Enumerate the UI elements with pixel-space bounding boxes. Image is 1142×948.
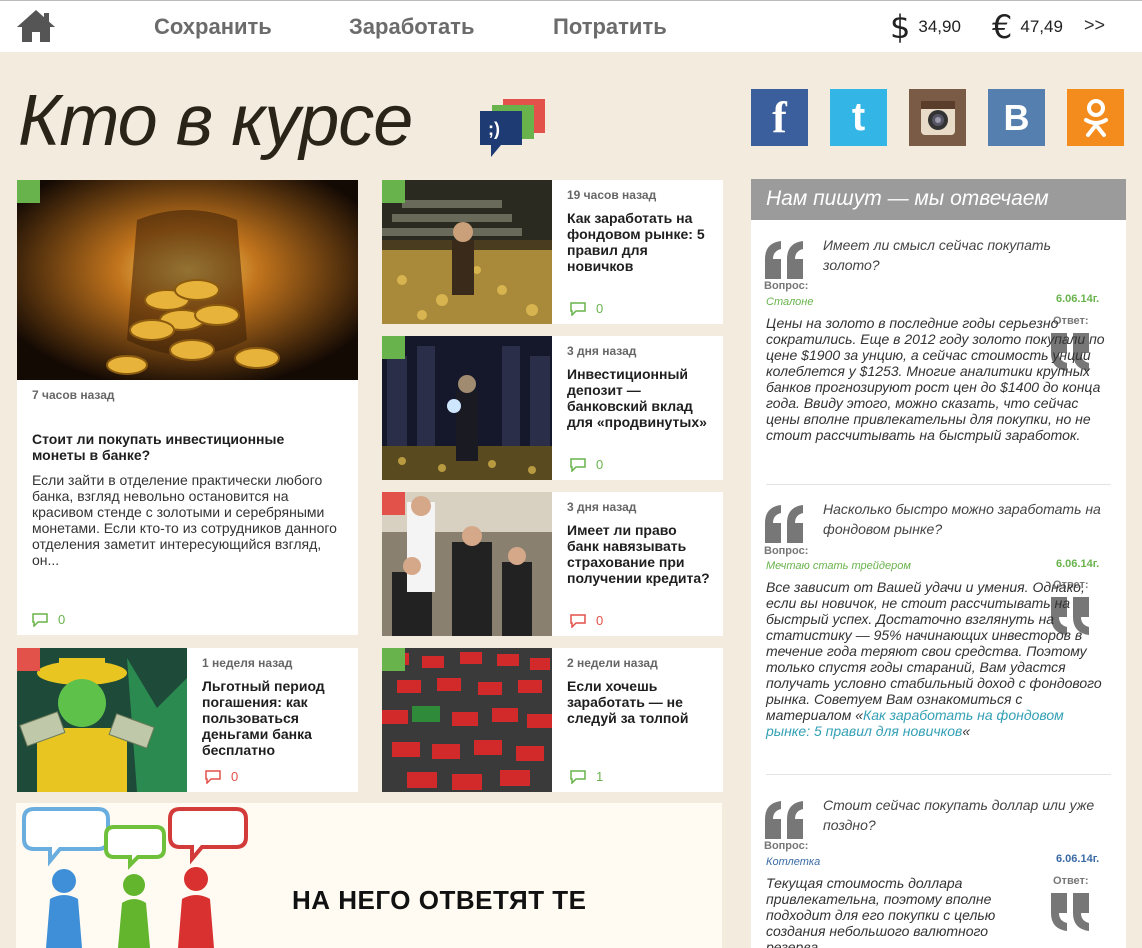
article-image-coins[interactable] [17,180,358,380]
vk-icon[interactable]: B [988,89,1045,146]
open-quote-icon [765,505,803,543]
question-label: Вопрос: [764,280,809,292]
comment-count[interactable]: 0 [205,769,238,784]
promo-banner[interactable]: НА НЕГО ОТВЕТЯТ ТЕ [16,803,722,948]
article-title[interactable]: Имеет ли право банк навязывать страхован… [567,522,712,586]
question-date: 6.06.14г. [1056,293,1100,305]
banner-text: НА НЕГО ОТВЕТЯТ ТЕ [292,885,587,915]
question-author: Мечтаю стать трейдером [766,560,911,572]
site-title[interactable]: Кто в курсе [18,80,413,162]
question-text[interactable]: Стоит сейчас покупать доллар или уже поз… [823,795,1108,835]
question-date: 6.06.14г. [1056,558,1100,570]
comment-count[interactable]: 0 [32,612,65,627]
bubble-text: ;) [488,119,500,139]
qa-divider [766,484,1111,485]
answer-text: Все зависит от Вашей удачи и умения. Одн… [766,579,1102,739]
question-label: Вопрос: [764,840,809,852]
article-image-vault[interactable] [382,336,552,480]
article-time: 2 недели назад [567,656,658,670]
euro-icon: € [992,8,1013,46]
article-card[interactable]: 7 часов назад Стоит ли покупать инвестиц… [17,180,358,635]
article-title[interactable]: Стоит ли покупать инвестиционные монеты … [32,431,332,463]
people-speech-bubbles-icon [22,807,248,948]
article-card[interactable]: 1 неделя назад Льготный период погашения… [17,648,358,792]
usd-rate: $ 34,90 [890,11,961,43]
nav-spend[interactable]: Потратить [553,14,667,40]
question-label: Вопрос: [764,545,809,557]
category-flag [17,180,40,203]
article-time: 3 дня назад [567,344,637,358]
category-flag [382,492,405,515]
comment-count[interactable]: 0 [570,613,603,628]
category-flag [382,180,405,203]
odnoklassniki-icon[interactable] [1067,89,1124,146]
facebook-icon[interactable]: f [751,89,808,146]
chat-bubbles-logo-icon: ;) [477,97,551,159]
eur-rate: € 47,49 [992,11,1063,43]
open-quote-icon [765,241,803,279]
comment-icon [570,613,586,628]
article-excerpt: Если зайти в отделение практически любог… [32,472,337,568]
usd-value: 34,90 [918,17,961,36]
nav-earn[interactable]: Заработать [349,14,474,40]
comment-icon [205,769,221,784]
article-time: 19 часов назад [567,188,657,202]
article-title[interactable]: Инвестиционный депозит — банковский вкла… [567,366,717,430]
top-bar: Сохранить Заработать Потратить $ 34,90 €… [0,0,1142,52]
question-text[interactable]: Насколько быстро можно заработать на фон… [823,499,1108,539]
article-time: 3 дня назад [567,500,637,514]
qa-divider [766,774,1111,775]
question-text[interactable]: Имеет ли смысл сейчас покупать золото? [823,235,1108,275]
comment-icon [570,769,586,784]
qa-sidebar: Нам пишут — мы отвечаем Имеет ли смысл с… [751,179,1126,948]
answer-label: Ответ: [1053,875,1089,887]
article-card[interactable]: 3 дня назад Инвестиционный депозит — бан… [382,336,723,480]
answer-text: Текущая стоимость доллара привлекательна… [766,875,996,948]
category-flag [382,648,405,671]
article-title[interactable]: Льготный период погашения: как пользоват… [202,678,347,758]
sidebar-title: Нам пишут — мы отвечаем [751,179,1126,220]
question-author: Котлетка [766,856,821,868]
article-image-mask[interactable] [17,648,187,792]
instagram-icon[interactable] [909,89,966,146]
more-rates-link[interactable]: >> [1084,15,1105,36]
answer-text: Цены на золото в последние годы серьезно… [766,315,1105,443]
article-image-meeting[interactable] [382,492,552,636]
article-image-crowd[interactable] [382,648,552,792]
comment-count[interactable]: 0 [570,457,603,472]
article-card[interactable]: 2 недели назад Если хочешь заработать — … [382,648,723,792]
dollar-icon: $ [890,8,911,46]
article-card[interactable]: 19 часов назад Как заработать на фондово… [382,180,723,324]
article-image-treasure[interactable] [382,180,552,324]
category-flag [17,648,40,671]
question-author: Сталоне [766,296,814,308]
comment-icon [32,612,48,627]
comment-icon [570,301,586,316]
eur-value: 47,49 [1020,17,1063,36]
article-card[interactable]: 3 дня назад Имеет ли право банк навязыва… [382,492,723,636]
twitter-icon[interactable]: t [830,89,887,146]
question-date: 6.06.14г. [1056,853,1100,865]
comment-icon [570,457,586,472]
home-icon[interactable] [14,7,58,45]
nav-save[interactable]: Сохранить [154,14,272,40]
open-quote-icon [765,801,803,839]
article-time: 7 часов назад [32,388,115,402]
comment-count[interactable]: 0 [570,301,603,316]
comment-count[interactable]: 1 [570,769,603,784]
article-title[interactable]: Если хочешь заработать — не следуй за то… [567,678,712,726]
category-flag [382,336,405,359]
article-time: 1 неделя назад [202,656,293,670]
close-quote-icon [1051,893,1089,931]
article-title[interactable]: Как заработать на фондовом рынке: 5 прав… [567,210,712,274]
